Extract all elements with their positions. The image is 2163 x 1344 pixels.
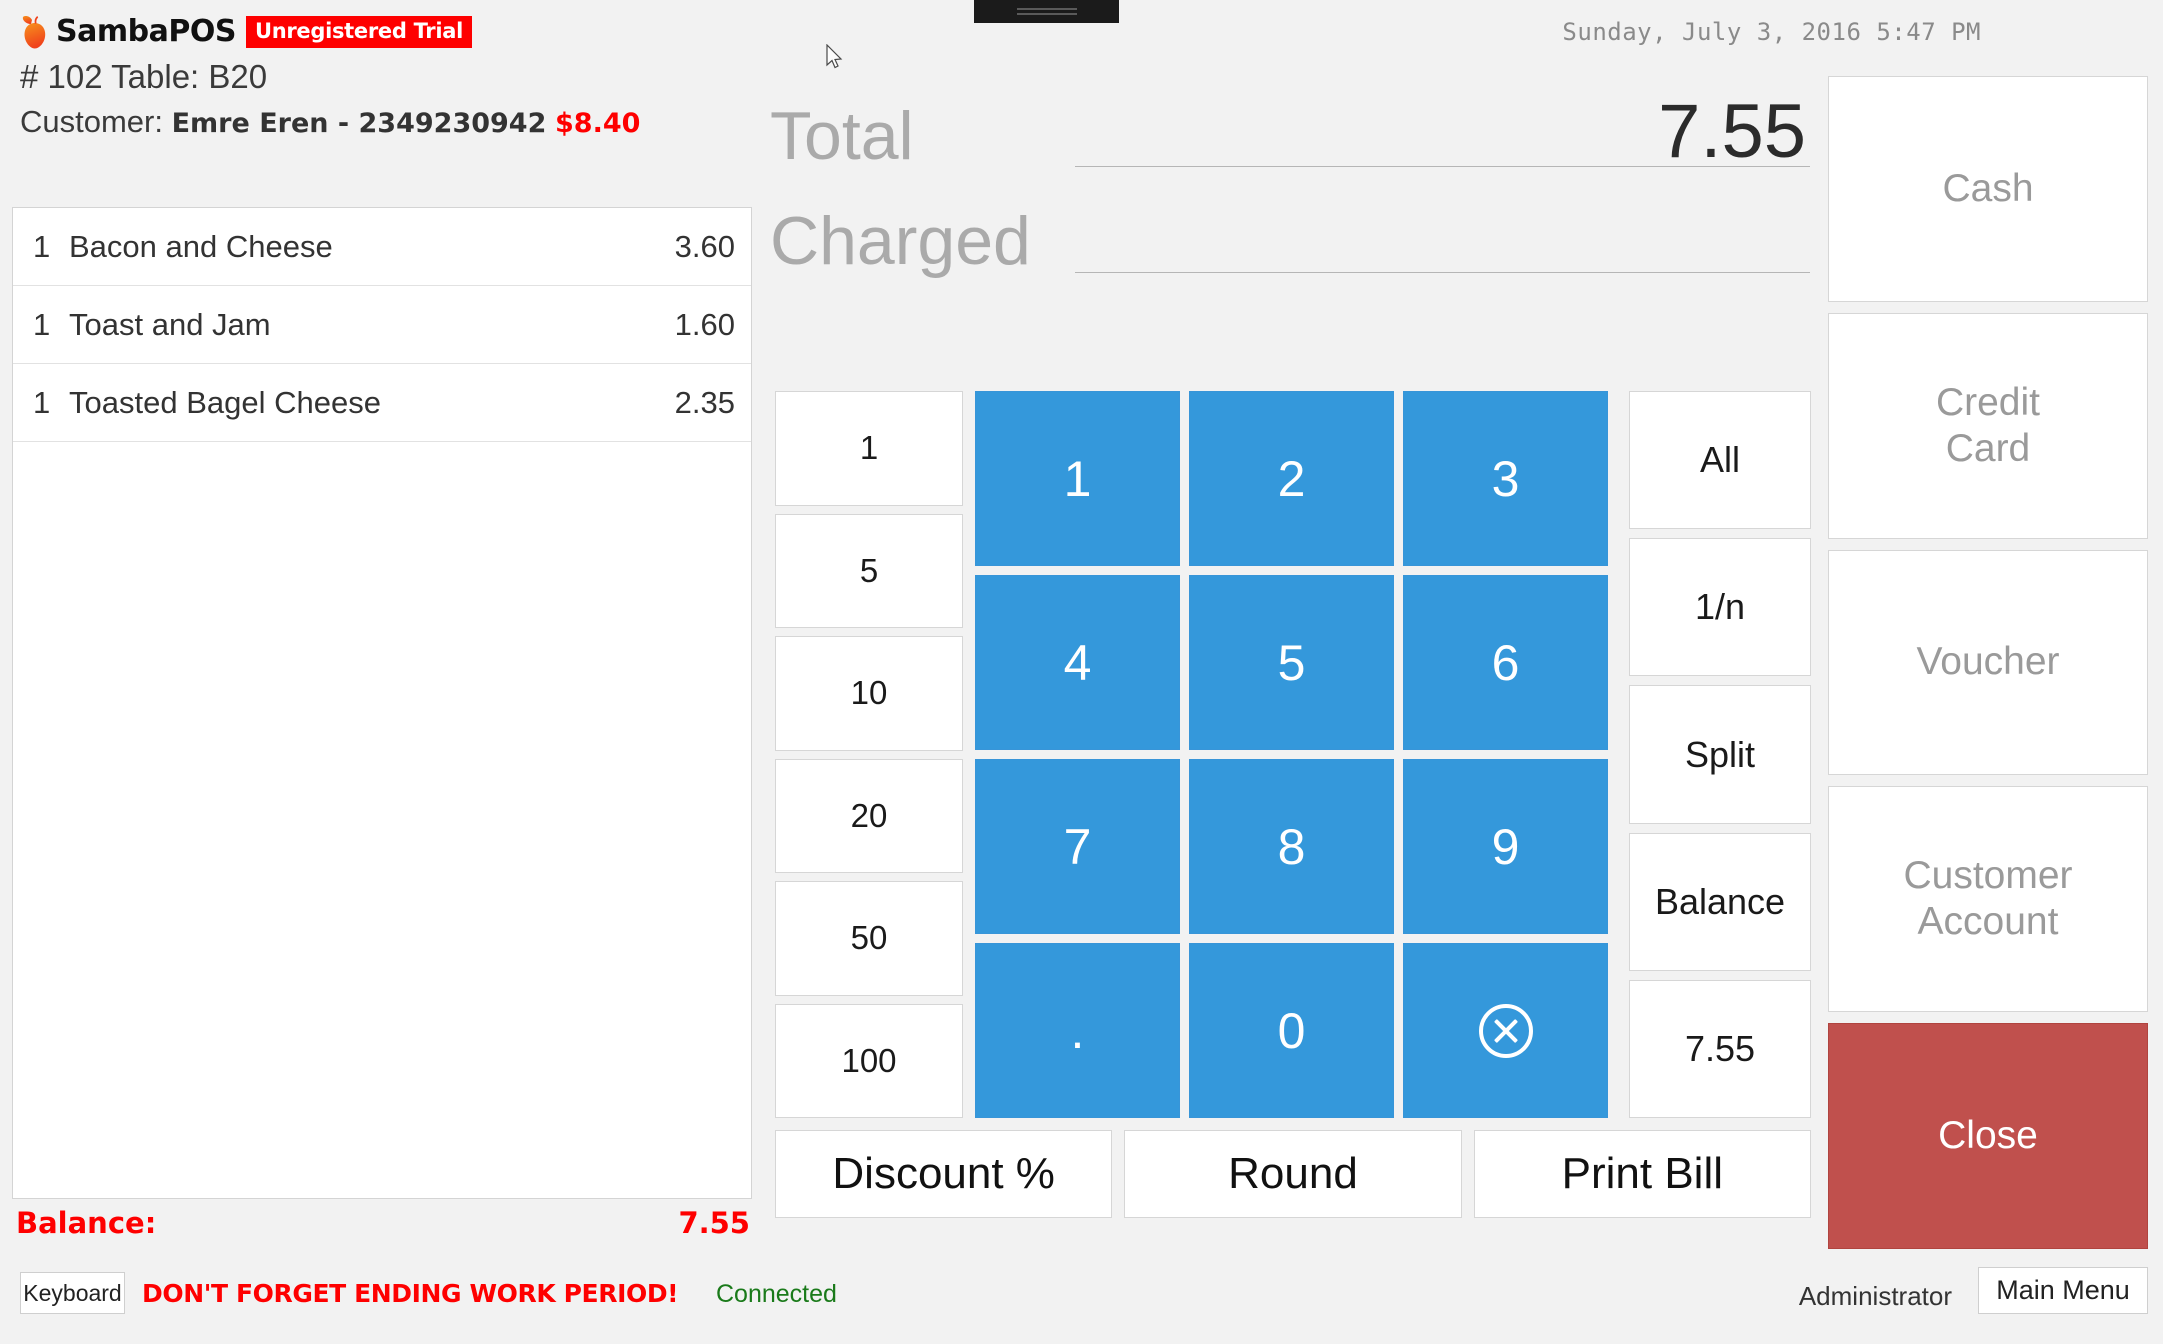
drag-grip-line-icon	[1016, 13, 1077, 15]
ticket-number-table: # 102 Table: B20	[20, 58, 268, 95]
order-name: Toast and Jam	[69, 306, 271, 342]
totals-area: Total 7.55 Charged	[770, 60, 1810, 275]
keyboard-button[interactable]: Keyboard	[20, 1272, 125, 1314]
work-period-warning: DON'T FORGET ENDING WORK PERIOD!	[142, 1279, 679, 1308]
numpad-key-2[interactable]: 2	[1189, 391, 1394, 566]
window-drag-handle[interactable]	[974, 0, 1119, 23]
voucher-button[interactable]: Voucher	[1828, 549, 2148, 776]
charged-row: Charged	[770, 170, 1810, 275]
print-bill-button[interactable]: Print Bill	[1473, 1130, 1811, 1218]
total-underline	[1075, 166, 1810, 167]
order-qty: 1	[33, 384, 51, 420]
customer-account-amount: $8.40	[555, 108, 641, 139]
numpad-decimal-label: .	[1070, 1002, 1085, 1059]
order-qty: 1	[33, 306, 51, 342]
customer-label: Customer:	[20, 104, 163, 139]
customer-line: Customer: Emre Eren - 2349230942 $8.40	[20, 104, 640, 140]
discount-percent-button[interactable]: Discount %	[775, 1130, 1113, 1218]
numpad-key-4[interactable]: 4	[975, 575, 1180, 750]
quick-amount-1[interactable]: 1	[775, 391, 963, 506]
connection-status: Connected	[716, 1280, 837, 1308]
table-row[interactable]: 1 Toast and Jam 1.60	[13, 286, 751, 364]
current-datetime: Sunday, July 3, 2016 5:47 PM	[1562, 18, 1981, 46]
split-button[interactable]: Split	[1629, 685, 1811, 824]
order-price: 1.60	[674, 306, 735, 342]
payment-function-column: All 1/n Split Balance 7.55	[1629, 391, 1811, 1119]
trial-badge: Unregistered Trial	[245, 15, 473, 48]
numpad-key-9[interactable]: 9	[1403, 759, 1608, 934]
numpad-key-6[interactable]: 6	[1403, 575, 1608, 750]
order-name: Bacon and Cheese	[69, 228, 333, 264]
order-list[interactable]: 1 Bacon and Cheese 3.60 1 Toast and Jam …	[12, 207, 752, 1199]
customer-name: Emre Eren - 2349230942	[171, 108, 547, 139]
customer-account-button[interactable]: Customer Account	[1828, 786, 2148, 1013]
table-row[interactable]: 1 Bacon and Cheese 3.60	[13, 208, 751, 286]
round-button[interactable]: Round	[1124, 1130, 1462, 1218]
total-value: 7.55	[1658, 89, 1806, 174]
pos-payment-screen: SambaPOS Unregistered Trial # 102 Table:…	[0, 0, 2163, 1344]
charged-underline	[1075, 272, 1810, 273]
numpad-key-3[interactable]: 3	[1403, 391, 1608, 566]
amount-due-button[interactable]: 7.55	[1629, 979, 1811, 1119]
payment-type-column: Cash Credit Card Voucher Customer Accoun…	[1828, 76, 2148, 1249]
numpad-key-decimal[interactable]: .	[975, 943, 1180, 1118]
main-menu-button[interactable]: Main Menu	[1978, 1267, 2148, 1314]
quick-amount-100[interactable]: 100	[775, 1003, 963, 1118]
action-button-row: Discount % Round Print Bill	[775, 1130, 1811, 1218]
order-price: 3.60	[674, 228, 735, 264]
numpad-key-7[interactable]: 7	[975, 759, 1180, 934]
apple-logo-icon	[20, 15, 50, 49]
numpad-key-0[interactable]: 0	[1189, 943, 1394, 1118]
divide-n-button[interactable]: 1/n	[1629, 538, 1811, 677]
total-label: Total	[770, 98, 914, 174]
close-button[interactable]: Close	[1828, 1023, 2148, 1249]
order-name: Toasted Bagel Cheese	[69, 384, 381, 420]
brand-header: SambaPOS Unregistered Trial	[20, 14, 473, 49]
numpad-key-1[interactable]: 1	[975, 391, 1180, 566]
brand-name: SambaPOS	[56, 14, 236, 49]
quick-amount-20[interactable]: 20	[775, 758, 963, 873]
numpad-key-5[interactable]: 5	[1189, 575, 1394, 750]
table-row[interactable]: 1 Toasted Bagel Cheese 2.35	[13, 364, 751, 442]
total-row: Total 7.55	[770, 60, 1810, 174]
credit-card-button[interactable]: Credit Card	[1828, 312, 2148, 539]
order-qty: 1	[33, 228, 51, 264]
cash-button[interactable]: Cash	[1828, 76, 2148, 302]
balance-value: 7.55	[678, 1206, 750, 1240]
all-button[interactable]: All	[1629, 391, 1811, 530]
balance-label: Balance:	[16, 1206, 157, 1240]
drag-grip-line-icon	[1016, 8, 1077, 10]
charged-label: Charged	[770, 203, 1031, 279]
quick-amount-5[interactable]: 5	[775, 513, 963, 628]
numpad-key-8[interactable]: 8	[1189, 759, 1394, 934]
quick-amount-50[interactable]: 50	[775, 881, 963, 996]
numeric-keypad: 1 2 3 4 5 6 7 8 9 . 0	[975, 391, 1608, 1118]
circled-x-clear-icon	[1478, 1003, 1533, 1058]
quick-amount-10[interactable]: 10	[775, 636, 963, 751]
quick-amount-column: 1 5 10 20 50 100	[775, 391, 963, 1118]
order-price: 2.35	[674, 384, 735, 420]
balance-summary: Balance: 7.55	[16, 1206, 750, 1240]
numpad-key-clear[interactable]	[1403, 943, 1608, 1118]
balance-button[interactable]: Balance	[1629, 832, 1811, 971]
current-user: Administrator	[1798, 1281, 1952, 1311]
